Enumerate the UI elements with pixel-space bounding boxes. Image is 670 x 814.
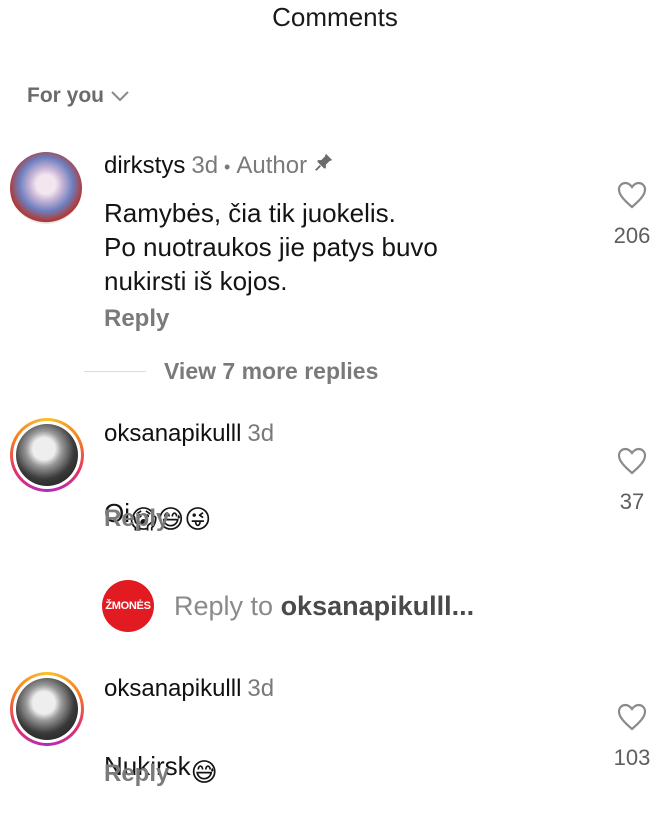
timestamp: 3d (191, 152, 219, 179)
like-button[interactable]: 206 (602, 180, 662, 249)
username[interactable]: oksanapikulll (104, 675, 241, 703)
avatar-border (13, 421, 81, 489)
separator: • (224, 157, 231, 177)
heart-icon (617, 447, 647, 475)
emoji-winking-tongue: 😜 (184, 504, 212, 534)
comment-header: oksanapikulll 3d (104, 420, 274, 448)
like-count: 206 (613, 223, 651, 248)
author-badge: Author (236, 152, 308, 179)
reply-composer[interactable]: ŽMONĖS Reply to oksanapikulll... (102, 580, 474, 632)
username[interactable]: oksanapikulll (104, 420, 241, 448)
timestamp: 3d (247, 675, 275, 702)
like-count: 37 (619, 489, 645, 514)
comment-header: dirkstys 3d • Author (104, 151, 335, 180)
pin-icon (315, 153, 333, 171)
reply-button[interactable]: Reply (104, 760, 169, 788)
divider (84, 371, 146, 372)
reply-input[interactable]: Reply to oksanapikulll... (174, 591, 474, 622)
chevron-down-icon (111, 91, 129, 102)
reply-target: oksanapikulll... (280, 590, 475, 621)
view-more-replies[interactable]: View 7 more replies (84, 358, 378, 385)
heart-icon (617, 181, 647, 209)
like-button[interactable]: 37 (602, 446, 662, 515)
emoji-sweat-smile: 😅 (190, 757, 218, 787)
page-title: Comments (272, 2, 398, 32)
sort-filter-label: For you (27, 84, 104, 107)
view-more-label: View 7 more replies (164, 358, 379, 384)
like-count: 103 (613, 745, 651, 770)
avatar[interactable] (10, 418, 84, 492)
like-button[interactable]: 103 (602, 702, 662, 771)
heart-icon (617, 703, 647, 731)
comment-header: oksanapikulll 3d (104, 675, 274, 703)
brand-avatar: ŽMONĖS (102, 580, 154, 632)
reply-button[interactable]: Reply (104, 305, 169, 333)
username[interactable]: dirkstys (104, 152, 185, 180)
avatar[interactable] (10, 672, 84, 746)
comment-text: Ramybės, čia tik juokelis. Po nuotraukos… (104, 198, 438, 296)
avatar-border (13, 675, 81, 743)
reply-button[interactable]: Reply (104, 505, 169, 533)
reply-prefix: Reply to (174, 590, 281, 621)
timestamp: 3d (247, 420, 275, 447)
avatar-photo (16, 678, 78, 740)
sort-filter-dropdown[interactable]: For you (27, 84, 130, 108)
avatar-photo (16, 424, 78, 486)
avatar[interactable] (10, 152, 82, 224)
